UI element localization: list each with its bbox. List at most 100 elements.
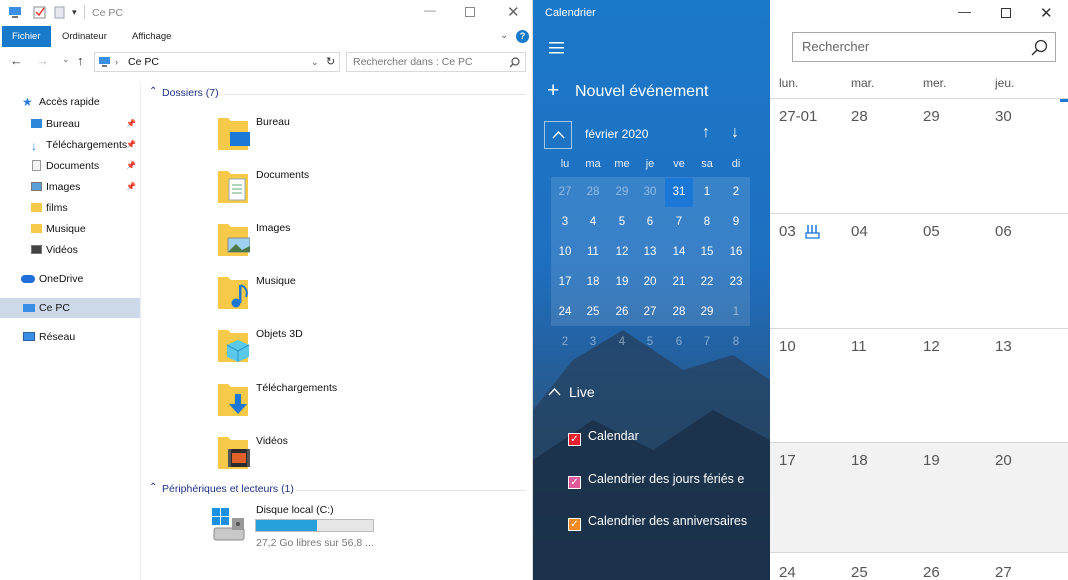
collapse-month-button[interactable]	[544, 121, 572, 149]
pin-icon[interactable]: 📌	[126, 114, 136, 134]
chevron-up-icon[interactable]	[548, 383, 561, 399]
mini-calendar-day[interactable]: 29	[608, 178, 636, 207]
mini-calendar-day[interactable]: 3	[579, 328, 607, 357]
close-icon[interactable]: ✕	[507, 3, 520, 21]
day-cell[interactable]: 04	[851, 223, 868, 240]
mini-calendar-day[interactable]: 11	[579, 238, 607, 267]
mini-calendar-day[interactable]: 13	[636, 238, 664, 267]
day-cell[interactable]: 29	[923, 108, 940, 125]
nav-item-documents[interactable]: Documents 📌	[0, 156, 140, 176]
day-cell[interactable]: 05	[923, 223, 940, 240]
devices-group-header[interactable]: Périphériques et lecteurs (1)	[162, 483, 294, 495]
day-cell[interactable]: 20	[995, 452, 1012, 469]
mini-calendar-day[interactable]: 8	[693, 208, 721, 237]
mini-calendar-day[interactable]: 25	[579, 298, 607, 327]
mini-calendar-day[interactable]: 1	[693, 178, 721, 207]
mini-calendar-day[interactable]: 22	[693, 268, 721, 297]
mini-calendar-day[interactable]: 2	[722, 178, 750, 207]
up-icon[interactable]: ↑	[77, 53, 84, 68]
folder-item-bureau[interactable]: Bureau	[212, 110, 512, 156]
calendar-toggle-holidays[interactable]: ✓ Calendrier des jours fériés e	[568, 468, 744, 490]
properties-icon[interactable]	[33, 6, 46, 19]
day-cell[interactable]: 17	[779, 452, 796, 469]
mini-calendar-day[interactable]: 7	[693, 328, 721, 357]
day-cell[interactable]: 18	[851, 452, 868, 469]
mini-calendar-day[interactable]: 15	[693, 238, 721, 267]
day-cell[interactable]: 25	[851, 564, 868, 580]
refresh-icon[interactable]: ↻	[326, 53, 335, 71]
collapse-chevron-icon[interactable]: ⌃	[149, 86, 157, 97]
mini-calendar-day[interactable]: 7	[665, 208, 693, 237]
nav-item-images[interactable]: Images 📌	[0, 177, 140, 197]
day-cell[interactable]: 03	[779, 223, 796, 240]
mini-calendar-day[interactable]: 28	[665, 298, 693, 327]
folder-item-documents[interactable]: Documents	[212, 163, 512, 209]
mini-calendar-day[interactable]: 21	[665, 268, 693, 297]
search-icon[interactable]	[509, 57, 520, 68]
calendar-toggle-birthdays[interactable]: ✓ Calendrier des anniversaires	[568, 510, 747, 532]
day-cell[interactable]: 12	[923, 338, 940, 355]
mini-month-title[interactable]: février 2020	[585, 127, 648, 141]
mini-calendar-day[interactable]: 26	[608, 298, 636, 327]
mini-calendar-day[interactable]: 27	[636, 298, 664, 327]
hamburger-menu-icon[interactable]	[549, 42, 564, 54]
mini-calendar-day[interactable]: 4	[608, 328, 636, 357]
nav-item-videos[interactable]: Vidéos	[0, 240, 140, 260]
qat-dropdown-icon[interactable]: ▾	[72, 7, 77, 18]
checkbox-checked-icon[interactable]: ✓	[568, 518, 581, 531]
tab-ordinateur[interactable]: Ordinateur	[52, 26, 117, 47]
day-cell[interactable]: 30	[995, 108, 1012, 125]
day-cell[interactable]: 26	[923, 564, 940, 580]
folder-item-objets-3d[interactable]: Objets 3D	[212, 322, 512, 368]
mini-calendar-day[interactable]: 20	[636, 268, 664, 297]
day-cell[interactable]: 10	[779, 338, 796, 355]
mini-calendar-day[interactable]: 18	[579, 268, 607, 297]
nav-onedrive[interactable]: OneDrive	[0, 269, 140, 289]
recent-dropdown-icon[interactable]: ⌄	[62, 54, 70, 65]
mini-calendar-day[interactable]: 1	[722, 298, 750, 327]
tab-affichage[interactable]: Affichage	[122, 26, 181, 47]
nav-item-bureau[interactable]: Bureau 📌	[0, 114, 140, 134]
mini-calendar-day[interactable]: 6	[636, 208, 664, 237]
day-cell[interactable]: 27-01	[779, 108, 817, 125]
ribbon-expand-icon[interactable]: ⌄	[500, 30, 508, 41]
mini-calendar-day[interactable]: 12	[608, 238, 636, 267]
minimize-icon[interactable]: —	[958, 4, 971, 19]
maximize-icon[interactable]	[1001, 8, 1011, 18]
mini-calendar-day[interactable]: 5	[636, 328, 664, 357]
folder-item-images[interactable]: Images	[212, 216, 512, 262]
mini-calendar-day[interactable]: 6	[665, 328, 693, 357]
calendar-search-box[interactable]: Rechercher	[792, 32, 1056, 62]
plus-icon[interactable]: +	[547, 79, 559, 103]
forward-icon[interactable]: →	[36, 53, 49, 68]
mini-calendar-day[interactable]: 31	[665, 178, 693, 207]
new-folder-icon[interactable]	[54, 6, 66, 19]
address-bar[interactable]: › Ce PC ⌄ ↻	[94, 52, 340, 72]
prev-month-arrow-icon[interactable]: ↑	[702, 124, 710, 142]
mini-calendar-day[interactable]: 23	[722, 268, 750, 297]
minimize-icon[interactable]: —	[424, 3, 436, 17]
mini-calendar-day[interactable]: 17	[551, 268, 579, 297]
explorer-search-box[interactable]: Rechercher dans : Ce PC	[346, 52, 526, 72]
mini-calendar-day[interactable]: 27	[551, 178, 579, 207]
folder-item-videos[interactable]: Vidéos	[212, 429, 512, 475]
mini-calendar-day[interactable]: 3	[551, 208, 579, 237]
day-cell[interactable]: 24	[779, 564, 796, 580]
tab-fichier[interactable]: Fichier	[2, 26, 51, 47]
mini-calendar-day[interactable]: 29	[693, 298, 721, 327]
maximize-icon[interactable]	[465, 7, 475, 17]
drive-item-c[interactable]: Disque local (C:) 27,2 Go libres sur 56,…	[208, 502, 518, 552]
next-month-arrow-icon[interactable]: ↓	[731, 124, 739, 142]
pin-icon[interactable]: 📌	[126, 156, 136, 176]
nav-item-musique[interactable]: Musique	[0, 219, 140, 239]
search-icon[interactable]	[1031, 39, 1048, 56]
mini-calendar-day[interactable]: 24	[551, 298, 579, 327]
folder-item-musique[interactable]: Musique	[212, 269, 512, 315]
day-cell[interactable]: 11	[851, 338, 867, 355]
pin-icon[interactable]: 📌	[126, 135, 136, 155]
mini-calendar-day[interactable]: 9	[722, 208, 750, 237]
day-cell[interactable]: 13	[995, 338, 1012, 355]
nav-this-pc[interactable]: Ce PC	[0, 298, 140, 318]
birthday-cake-icon[interactable]	[805, 224, 820, 239]
day-cell[interactable]: 19	[923, 452, 940, 469]
